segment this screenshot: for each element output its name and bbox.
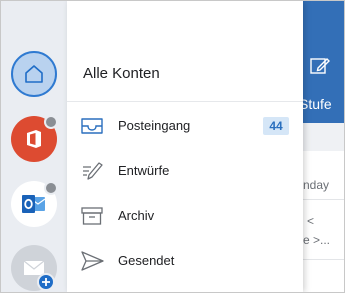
- account-all-button[interactable]: [11, 51, 57, 97]
- folder-item-gesendet[interactable]: Gesendet: [67, 239, 303, 283]
- outlook-logo-icon: [22, 195, 46, 213]
- background-section-bar: [303, 123, 344, 151]
- background-divider: [303, 199, 344, 200]
- app-frame: Stufe nday < e >... Alle Konten Posteing…: [0, 0, 345, 293]
- background-text-fragment: nday: [303, 178, 330, 192]
- background-divider: [303, 259, 344, 260]
- folder-drawer: Alle Konten Posteingang 44 Entwürfe Arch…: [67, 1, 303, 292]
- header-text-fragment: Stufe: [299, 96, 332, 112]
- home-icon: [25, 65, 43, 83]
- account-status-dot: [44, 181, 58, 195]
- background-text-fragment: <: [307, 214, 315, 228]
- background-mail-list: Stufe nday < e >...: [299, 1, 344, 292]
- folder-label: Posteingang: [118, 118, 191, 133]
- compose-icon[interactable]: [309, 55, 331, 77]
- folder-item-entwuerfe[interactable]: Entwürfe: [67, 149, 303, 193]
- folder-label: Gesendet: [118, 253, 175, 268]
- archive-box-icon: [81, 207, 103, 225]
- folder-item-archiv[interactable]: Archiv: [67, 194, 303, 238]
- folder-item-posteingang[interactable]: Posteingang 44: [67, 104, 303, 148]
- drawer-title: Alle Konten: [83, 65, 160, 82]
- background-text-fragment: e >...: [303, 233, 331, 247]
- folder-label: Entwürfe: [118, 163, 170, 178]
- drafts-pencil-icon: [83, 162, 103, 180]
- folder-label: Archiv: [118, 208, 155, 223]
- plus-icon: [42, 278, 50, 286]
- add-account-plus-icon[interactable]: [37, 273, 55, 291]
- drawer-divider: [67, 101, 303, 102]
- sent-paper-plane-icon: [81, 251, 104, 271]
- unread-count-badge: 44: [263, 117, 289, 135]
- account-status-dot: [44, 115, 58, 129]
- inbox-icon: [81, 118, 103, 134]
- background-header: Stufe: [299, 1, 344, 123]
- account-rail: [1, 1, 67, 292]
- office-logo-icon: [27, 130, 41, 148]
